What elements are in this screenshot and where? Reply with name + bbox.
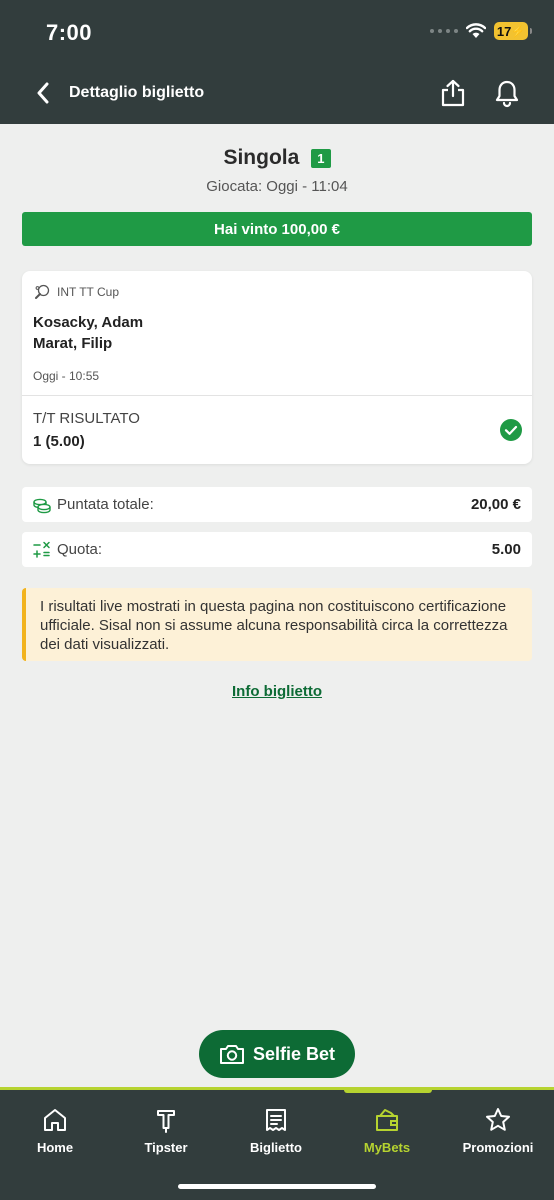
notifications-button[interactable] — [492, 78, 522, 108]
team-home: Kosacky, Adam — [33, 314, 144, 331]
ticket-type: Singola 1 — [223, 146, 331, 170]
win-banner: Hai vinto 100,00 € — [22, 212, 532, 246]
receipt-icon — [266, 1109, 286, 1131]
table-tennis-icon — [35, 284, 50, 299]
page-title: Dettaglio biglietto — [69, 84, 205, 101]
charging-icon: ⚡ — [511, 25, 526, 38]
share-icon — [441, 79, 465, 107]
chevron-left-icon — [37, 82, 49, 104]
stake-value: 20,00 € — [470, 496, 521, 513]
camera-icon — [219, 1045, 244, 1064]
check-circle-icon — [500, 419, 522, 441]
status-bar: 7:00 17 ⚡ — [0, 0, 554, 62]
wallet-icon — [376, 1109, 398, 1131]
stake-label: Puntata totale: — [57, 496, 154, 513]
market-name: T/T RISULTATO — [33, 410, 140, 427]
competition: INT TT Cup — [34, 284, 119, 300]
home-icon — [44, 1109, 66, 1131]
tab-biglietto-label: Biglietto — [250, 1140, 302, 1155]
ticket-info-link[interactable]: Info biglietto — [0, 683, 554, 700]
tab-mybets-label: MyBets — [363, 1140, 411, 1155]
event-time: Oggi - 10:55 — [33, 369, 100, 383]
tab-promozioni-label: Promozioni — [462, 1140, 534, 1155]
header-bar: Dettaglio biglietto — [0, 62, 554, 124]
status-time: 7:00 — [46, 20, 93, 45]
divider — [22, 395, 532, 396]
coins-icon — [33, 498, 51, 513]
selection-value: 1 (5.00) — [33, 433, 85, 450]
bell-icon — [495, 80, 519, 108]
selfie-bet-label: Selfie Bet — [252, 1043, 336, 1064]
back-button[interactable] — [30, 80, 56, 106]
share-button[interactable] — [438, 78, 468, 108]
ticket-type-label: Singola — [223, 146, 300, 169]
disclaimer-notice: I risultati live mostrati in questa pagi… — [22, 588, 532, 661]
ticket-header: Singola 1 — [0, 146, 554, 170]
odds-value: 5.00 — [491, 541, 521, 558]
odds-row: Quota: 5.00 — [22, 532, 532, 567]
wifi-icon — [466, 23, 486, 38]
tab-tipster-label: Tipster — [144, 1140, 188, 1155]
odds-label: Quota: — [57, 541, 103, 558]
home-indicator — [178, 1184, 376, 1189]
bottom-tab-bar: Home Tipster Biglietto MyBets Promozioni — [0, 1087, 554, 1200]
tipster-icon — [157, 1110, 175, 1133]
tab-biglietto[interactable]: Biglietto — [221, 1106, 331, 1155]
calculator-icon — [33, 541, 50, 558]
ticket-count-badge: 1 — [311, 148, 331, 168]
signal-icon — [430, 29, 458, 33]
event-card: INT TT Cup Kosacky, Adam Marat, Filip Og… — [22, 271, 532, 464]
tab-home[interactable]: Home — [0, 1106, 110, 1155]
status-icons: 17 ⚡ — [430, 22, 532, 40]
star-icon — [486, 1108, 510, 1131]
competition-name: INT TT Cup — [57, 285, 120, 299]
tab-promozioni[interactable]: Promozioni — [443, 1106, 553, 1155]
tab-home-label: Home — [36, 1140, 74, 1155]
played-datetime: Giocata: Oggi - 11:04 — [206, 178, 348, 195]
battery-level: 17 — [496, 23, 512, 39]
tab-mybets[interactable]: MyBets — [332, 1106, 442, 1155]
battery-icon: 17 ⚡ — [494, 22, 532, 40]
stake-row: Puntata totale: 20,00 € — [22, 487, 532, 522]
tab-tipster[interactable]: Tipster — [111, 1106, 221, 1155]
selfie-bet-button[interactable]: Selfie Bet — [199, 1030, 355, 1078]
active-tab-indicator — [344, 1087, 432, 1093]
team-away: Marat, Filip — [33, 335, 113, 352]
